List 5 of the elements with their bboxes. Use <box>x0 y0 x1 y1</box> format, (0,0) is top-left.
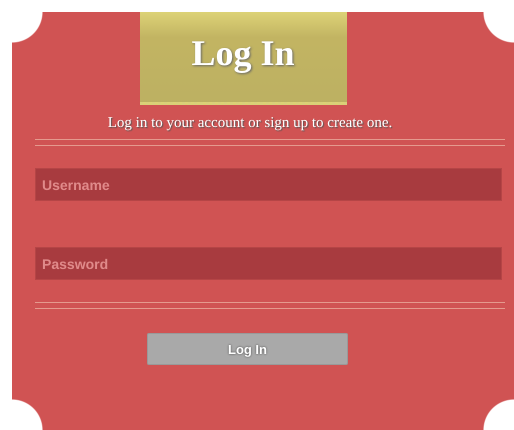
input-field[interactable]: Username <box>35 168 502 201</box>
login-button[interactable]: Log In <box>147 333 348 365</box>
form-title: Log In <box>191 32 295 74</box>
input-field[interactable]: Password <box>35 247 502 280</box>
form-subtitle: Log in to your account or sign up to create one. <box>108 115 392 132</box>
